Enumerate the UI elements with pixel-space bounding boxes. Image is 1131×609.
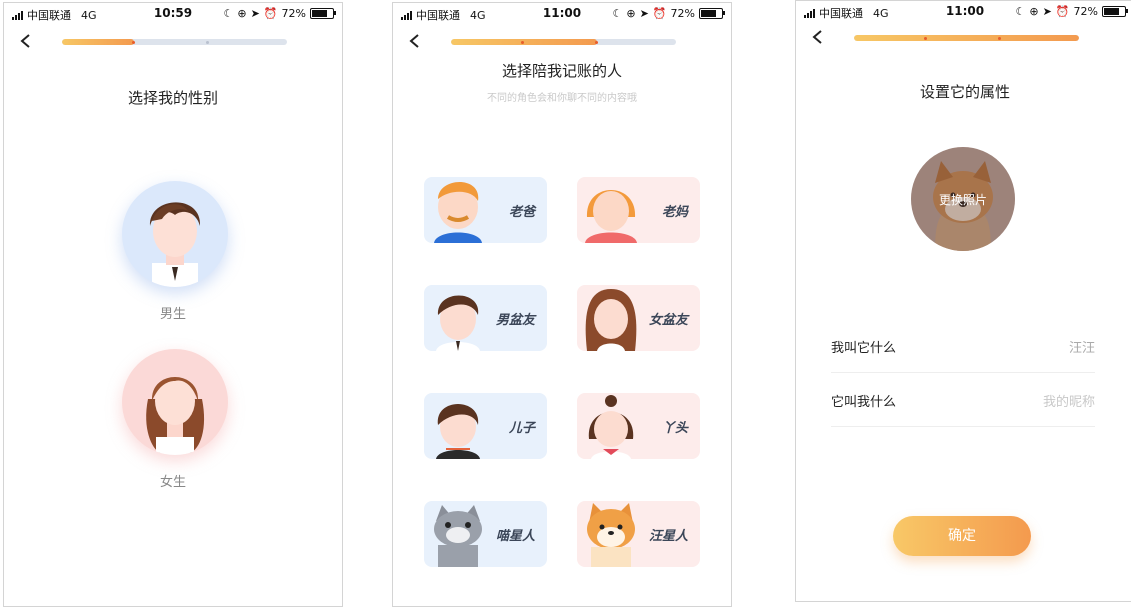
battery-icon (699, 8, 725, 19)
progress-dot (595, 40, 598, 44)
progress-dot (923, 36, 927, 40)
page-subtitle: 不同的角色会和你聊不同的内容哦 (487, 93, 637, 104)
owner-nickname-placeholder[interactable]: 我的昵称 (1043, 391, 1095, 410)
change-photo-label: 更换照片 (938, 193, 987, 207)
male-label: 男生 (159, 307, 186, 322)
battery-icon (310, 8, 336, 19)
companion-screen: 中国联通 4G 11:00 ☾ ⊕ ➤ ⏰ 72% 选择陪我记账的人 不同的角色… (392, 2, 732, 607)
page-title: 设置它的属性 (919, 83, 1010, 101)
back-arrow-icon[interactable] (407, 33, 423, 49)
mom-avatar-icon (585, 190, 637, 243)
location-icon: ➤ (1042, 5, 1052, 18)
character-label: 儿子 (508, 421, 535, 436)
character-card[interactable]: 男盆友 (424, 285, 547, 351)
son-avatar-icon (436, 404, 480, 459)
character-label: 喵星人 (495, 529, 535, 544)
character-card[interactable]: 老爸 (424, 177, 547, 243)
cat-avatar-icon (434, 505, 482, 567)
alarm-icon: ⏰ (1055, 5, 1070, 18)
gender-screen: 中国联通 4G 10:59 ☾ ⊕ ➤ ⏰ 72% 选择我的性别 男生 女生 (3, 2, 343, 607)
progress-dot (206, 40, 209, 44)
progress-bar (451, 39, 676, 45)
female-avatar-icon (146, 377, 205, 455)
moon-icon: ☾ (1015, 5, 1026, 18)
alarm-icon: ⏰ (263, 7, 278, 20)
back-arrow-icon[interactable] (810, 29, 826, 45)
status-bar: 中国联通 4G 10:59 ☾ ⊕ ➤ ⏰ 72% (4, 3, 342, 25)
progress-fill (451, 39, 598, 45)
lock-rotation-icon: ⊕ (1029, 5, 1039, 18)
alarm-icon: ⏰ (652, 7, 667, 20)
battery-percent: 72% (670, 7, 695, 20)
character-card[interactable]: 喵星人 (424, 501, 547, 567)
lock-rotation-icon: ⊕ (237, 7, 247, 20)
lock-rotation-icon: ⊕ (626, 7, 636, 20)
page-title: 选择我的性别 (127, 89, 218, 107)
owner-nickname-label: 它叫我什么 (831, 395, 897, 410)
pet-name-value[interactable]: 汪汪 (1069, 337, 1095, 356)
battery-percent: 72% (1073, 5, 1098, 18)
progress-dot (131, 40, 135, 44)
status-bar: 中国联通 4G 11:00 ☾ ⊕ ➤ ⏰ 72% (393, 3, 731, 25)
progress-bar (854, 35, 1079, 41)
character-label: 汪星人 (648, 529, 688, 544)
girlfriend-avatar-icon (585, 289, 637, 351)
daughter-avatar-icon (588, 395, 634, 459)
progress-bar (62, 39, 287, 45)
character-label: 男盆友 (495, 313, 535, 328)
pet-name-field[interactable]: 我叫它什么 汪汪 (831, 318, 1095, 373)
female-label: 女生 (159, 475, 186, 490)
character-card[interactable]: 老妈 (577, 177, 700, 243)
battery-icon (1102, 6, 1128, 17)
progress-fill (854, 35, 1079, 41)
location-icon: ➤ (250, 7, 260, 20)
confirm-button[interactable]: 确定 (893, 516, 1031, 556)
boyfriend-avatar-icon (436, 295, 480, 351)
character-label: 丫头 (661, 421, 688, 436)
character-card[interactable]: 汪星人 (577, 501, 700, 567)
dad-avatar-icon (434, 182, 482, 243)
character-label: 老妈 (661, 205, 688, 220)
dog-avatar-icon (587, 503, 635, 567)
female-option[interactable] (122, 349, 228, 455)
attributes-screen: 中国联通 4G 11:00 ☾ ⊕ ➤ ⏰ 72% 设置它的属性 更换照片 我叫… (795, 0, 1131, 602)
character-card[interactable]: 女盆友 (577, 285, 700, 351)
pet-name-label: 我叫它什么 (831, 341, 897, 356)
male-avatar-icon (149, 202, 201, 287)
location-icon: ➤ (639, 7, 649, 20)
progress-dot (998, 36, 1001, 40)
moon-icon: ☾ (223, 7, 234, 20)
progress-fill (62, 39, 134, 45)
character-label: 女盆友 (648, 313, 688, 328)
owner-nickname-field[interactable]: 它叫我什么 我的昵称 (831, 372, 1095, 427)
page-title: 选择陪我记账的人 (501, 62, 622, 80)
back-arrow-icon[interactable] (18, 33, 34, 49)
character-card[interactable]: 儿子 (424, 393, 547, 459)
character-card[interactable]: 丫头 (577, 393, 700, 459)
character-label: 老爸 (508, 205, 535, 220)
male-option[interactable] (122, 181, 228, 287)
status-bar: 中国联通 4G 11:00 ☾ ⊕ ➤ ⏰ 72% (796, 1, 1131, 23)
pet-photo[interactable]: 更换照片 (911, 147, 1015, 251)
battery-percent: 72% (281, 7, 306, 20)
moon-icon: ☾ (612, 7, 623, 20)
progress-dot (520, 40, 524, 44)
